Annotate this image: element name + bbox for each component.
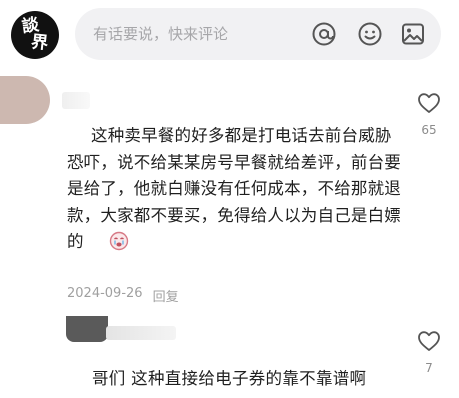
heart-icon xyxy=(418,93,440,113)
commenter-avatar[interactable] xyxy=(0,76,50,124)
commenter-name-blurred xyxy=(62,92,90,109)
image-icon[interactable] xyxy=(400,21,426,47)
reply-avatar[interactable] xyxy=(66,316,108,342)
user-avatar[interactable]: 談 界 xyxy=(11,11,59,59)
reply-like-count: 7 xyxy=(425,361,433,375)
at-icon[interactable] xyxy=(311,21,337,47)
comment-text: 这种卖早餐的好多都是打电话去前台威胁恐吓，说不给某某房号早餐就给差评，前台要是给… xyxy=(67,123,407,260)
reply-name-blurred xyxy=(106,326,176,340)
reply-button[interactable]: 回复 xyxy=(153,286,179,305)
comment-input-bar[interactable] xyxy=(75,8,441,60)
heart-icon xyxy=(418,331,440,351)
reply-like-button[interactable]: 7 xyxy=(416,330,442,375)
like-count: 65 xyxy=(421,123,437,137)
crying-face-emoji-icon xyxy=(85,231,129,260)
reply-text: 哥们 这种直接给电子券的靠不靠谱啊 xyxy=(92,369,367,388)
comment-meta: 2024-09-26 回复 xyxy=(67,286,179,305)
comment-input[interactable] xyxy=(93,22,293,46)
emoji-icon[interactable] xyxy=(357,21,383,47)
like-button[interactable]: 65 xyxy=(416,92,442,137)
avatar-glyph-2: 界 xyxy=(30,32,50,54)
comment-date: 2024-09-26 xyxy=(67,286,143,301)
